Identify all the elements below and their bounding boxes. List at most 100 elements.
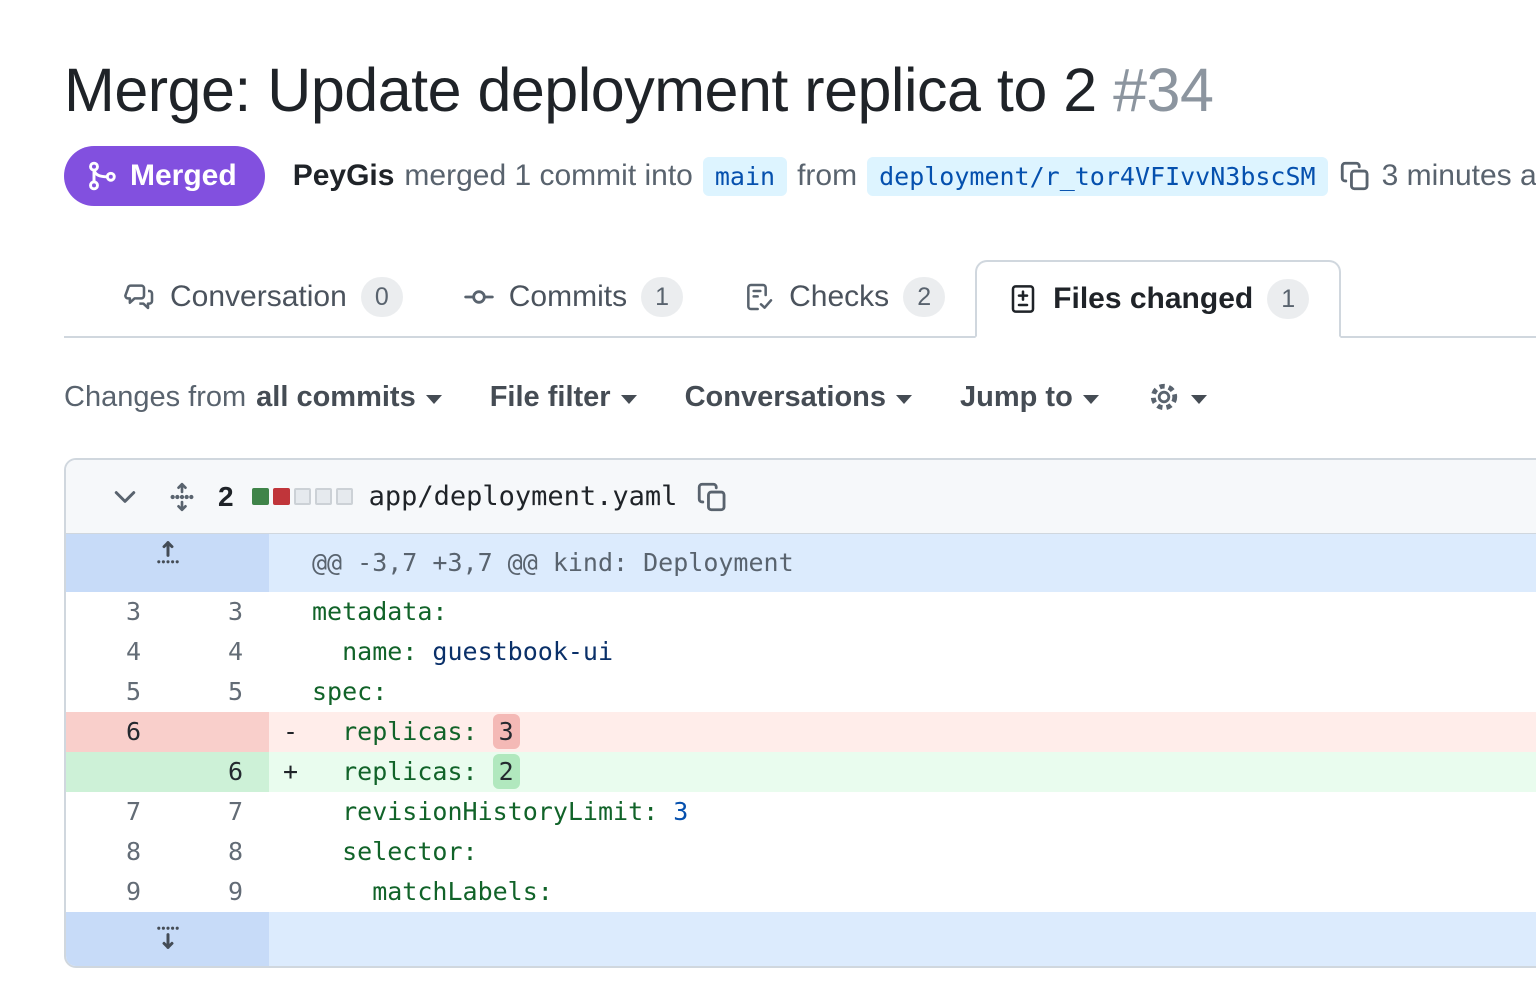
code-line: spec: [269, 672, 1536, 712]
hunk-header-text: @@ -3,7 +3,7 @@ kind: Deployment [269, 534, 1536, 592]
head-branch-label[interactable]: deployment/r_tor4VFIvvN3bscSM [867, 157, 1328, 196]
old-line-number[interactable]: 6 [66, 712, 167, 752]
file-path[interactable]: app/deployment.yaml [369, 481, 678, 512]
code-token [478, 757, 493, 786]
diff-line-context: 99 matchLabels: [66, 872, 1536, 912]
tab-counter: 1 [1267, 279, 1309, 319]
tab-conversation[interactable]: Conversation 0 [94, 258, 433, 336]
file-diff-icon [1007, 283, 1039, 315]
unfold-icon [166, 481, 198, 513]
old-line-number[interactable]: 5 [66, 672, 167, 712]
code-token [417, 637, 432, 666]
hunk-header-row: @@ -3,7 +3,7 @@ kind: Deployment [66, 534, 1536, 592]
merged-label: Merged [130, 159, 237, 193]
code-line: + replicas: 2 [269, 752, 1536, 792]
conversations-dropdown[interactable]: Conversations [685, 381, 912, 414]
new-line-number[interactable]: 6 [167, 752, 269, 792]
collapse-file-button[interactable] [110, 482, 140, 512]
changed-word: 2 [493, 754, 520, 789]
code-line: matchLabels: [269, 872, 1536, 912]
pr-title-text: Merge: Update deployment replica to 2 [64, 56, 1097, 124]
code-line: metadata: [269, 592, 1536, 632]
gear-icon [1147, 380, 1181, 414]
tab-checks[interactable]: Checks 2 [713, 258, 975, 336]
base-branch-label[interactable]: main [703, 157, 787, 196]
diff-line-deleted: 6 - replicas: 3 [66, 712, 1536, 752]
copy-branch-button[interactable] [1338, 159, 1372, 193]
merged-time: 3 minutes ago [1382, 159, 1536, 193]
diff-settings-dropdown[interactable] [1147, 380, 1207, 414]
code-line: revisionHistoryLimit: 3 [269, 792, 1536, 832]
diff-line-context: 55 spec: [66, 672, 1536, 712]
diffstat-neutral-square [294, 488, 311, 505]
from-label: from [797, 159, 857, 193]
new-line-number[interactable]: 4 [167, 632, 269, 672]
tab-label: Commits [509, 280, 627, 314]
old-line-number[interactable]: 4 [66, 632, 167, 672]
old-line-number[interactable]: 8 [66, 832, 167, 872]
copy-icon [1338, 159, 1372, 193]
copy-file-path-button[interactable] [695, 480, 729, 514]
pr-tabs: Conversation 0 Commits 1 Checks 2 [64, 258, 1536, 338]
diffstat-deletion-square [273, 488, 290, 505]
chevron-down-icon [1191, 395, 1207, 404]
conversations-label: Conversations [685, 381, 886, 414]
code-token [478, 717, 493, 746]
expand-up-button[interactable] [66, 534, 269, 592]
code-token: name: [312, 637, 417, 666]
old-line-number[interactable]: 3 [66, 592, 167, 632]
page-title: Merge: Update deployment replica to 2 #3… [64, 56, 1536, 124]
expand-down-button[interactable] [66, 912, 269, 966]
tab-label: Checks [789, 280, 889, 314]
code-token: replicas: [312, 717, 478, 746]
tab-commits[interactable]: Commits 1 [433, 258, 713, 336]
new-line-number[interactable]: 7 [167, 792, 269, 832]
merge-summary: PeyGis merged 1 commit into main from de… [293, 157, 1536, 196]
tab-files-changed[interactable]: Files changed 1 [975, 260, 1341, 338]
changes-from-dropdown[interactable]: Changes from all commits [64, 381, 442, 414]
old-line-number[interactable] [66, 752, 167, 792]
code-line: - replicas: 3 [269, 712, 1536, 752]
new-line-number[interactable]: 9 [167, 872, 269, 912]
file-header: 2 app/deployment.yaml [66, 460, 1536, 534]
checklist-icon [743, 281, 775, 313]
tab-counter: 0 [361, 277, 403, 317]
comment-discussion-icon [124, 281, 156, 313]
file-diff-card: 2 app/deployment.yaml @@ -3,7 +3 [64, 458, 1536, 968]
diff-line-context: 77 revisionHistoryLimit: 3 [66, 792, 1536, 832]
new-line-number[interactable]: 5 [167, 672, 269, 712]
diff-line-added: 6+ replicas: 2 [66, 752, 1536, 792]
diff-line-context: 33metadata: [66, 592, 1536, 632]
expand-all-button[interactable] [166, 481, 198, 513]
code-token: spec: [312, 677, 387, 706]
chevron-down-icon [110, 482, 140, 512]
diffstat-addition-square [252, 488, 269, 505]
tab-counter: 2 [903, 277, 945, 317]
pull-request-page: Merge: Update deployment replica to 2 #3… [0, 0, 1536, 968]
git-merge-icon [86, 160, 118, 192]
changes-from-value: all commits [256, 381, 416, 414]
new-line-number[interactable]: 8 [167, 832, 269, 872]
changed-word: 3 [493, 714, 520, 749]
chevron-down-icon [896, 395, 912, 404]
jump-to-dropdown[interactable]: Jump to [960, 381, 1099, 414]
changes-from-label: Changes from [64, 381, 246, 414]
old-line-number[interactable]: 9 [66, 872, 167, 912]
code-line: name: guestbook-ui [269, 632, 1536, 672]
file-filter-dropdown[interactable]: File filter [490, 381, 637, 414]
code-token: replicas: [312, 757, 478, 786]
new-line-number[interactable] [167, 712, 269, 752]
diff-marker: + [269, 752, 312, 792]
code-token: revisionHistoryLimit: [312, 797, 658, 826]
jump-to-label: Jump to [960, 381, 1073, 414]
tab-label: Files changed [1053, 282, 1253, 316]
code-token: guestbook-ui [432, 637, 613, 666]
author-login[interactable]: PeyGis [293, 159, 395, 193]
old-line-number[interactable]: 7 [66, 792, 167, 832]
new-line-number[interactable]: 3 [167, 592, 269, 632]
merged-status-badge: Merged [64, 146, 265, 206]
diffstat-neutral-square [336, 488, 353, 505]
diff-line-context: 44 name: guestbook-ui [66, 632, 1536, 672]
code-token: selector: [312, 837, 478, 866]
copy-icon [695, 480, 729, 514]
